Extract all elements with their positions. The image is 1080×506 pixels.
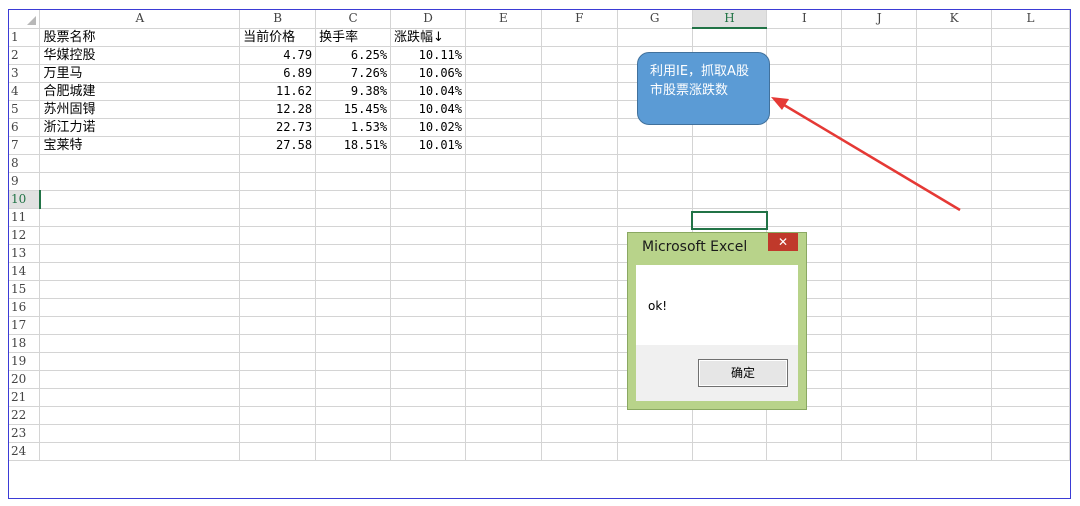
- dialog-body: ok!: [636, 265, 798, 345]
- dialog-title: Microsoft Excel: [642, 239, 748, 255]
- close-button[interactable]: ✕: [768, 233, 798, 251]
- message-dialog[interactable]: Microsoft Excel ✕ ok! 确定: [627, 232, 807, 410]
- screenshot-frame: ABCDEFGHIJKL 1 股票名称 当前价格 换手率 涨跌幅↓ 2 华媒控股 4.79 6.…: [8, 9, 1071, 499]
- close-icon: ✕: [777, 235, 789, 249]
- dialog-footer: 确定: [636, 345, 798, 401]
- ok-button[interactable]: 确定: [698, 359, 788, 387]
- arrow-icon: [771, 97, 961, 212]
- dialog-message: ok!: [648, 299, 668, 313]
